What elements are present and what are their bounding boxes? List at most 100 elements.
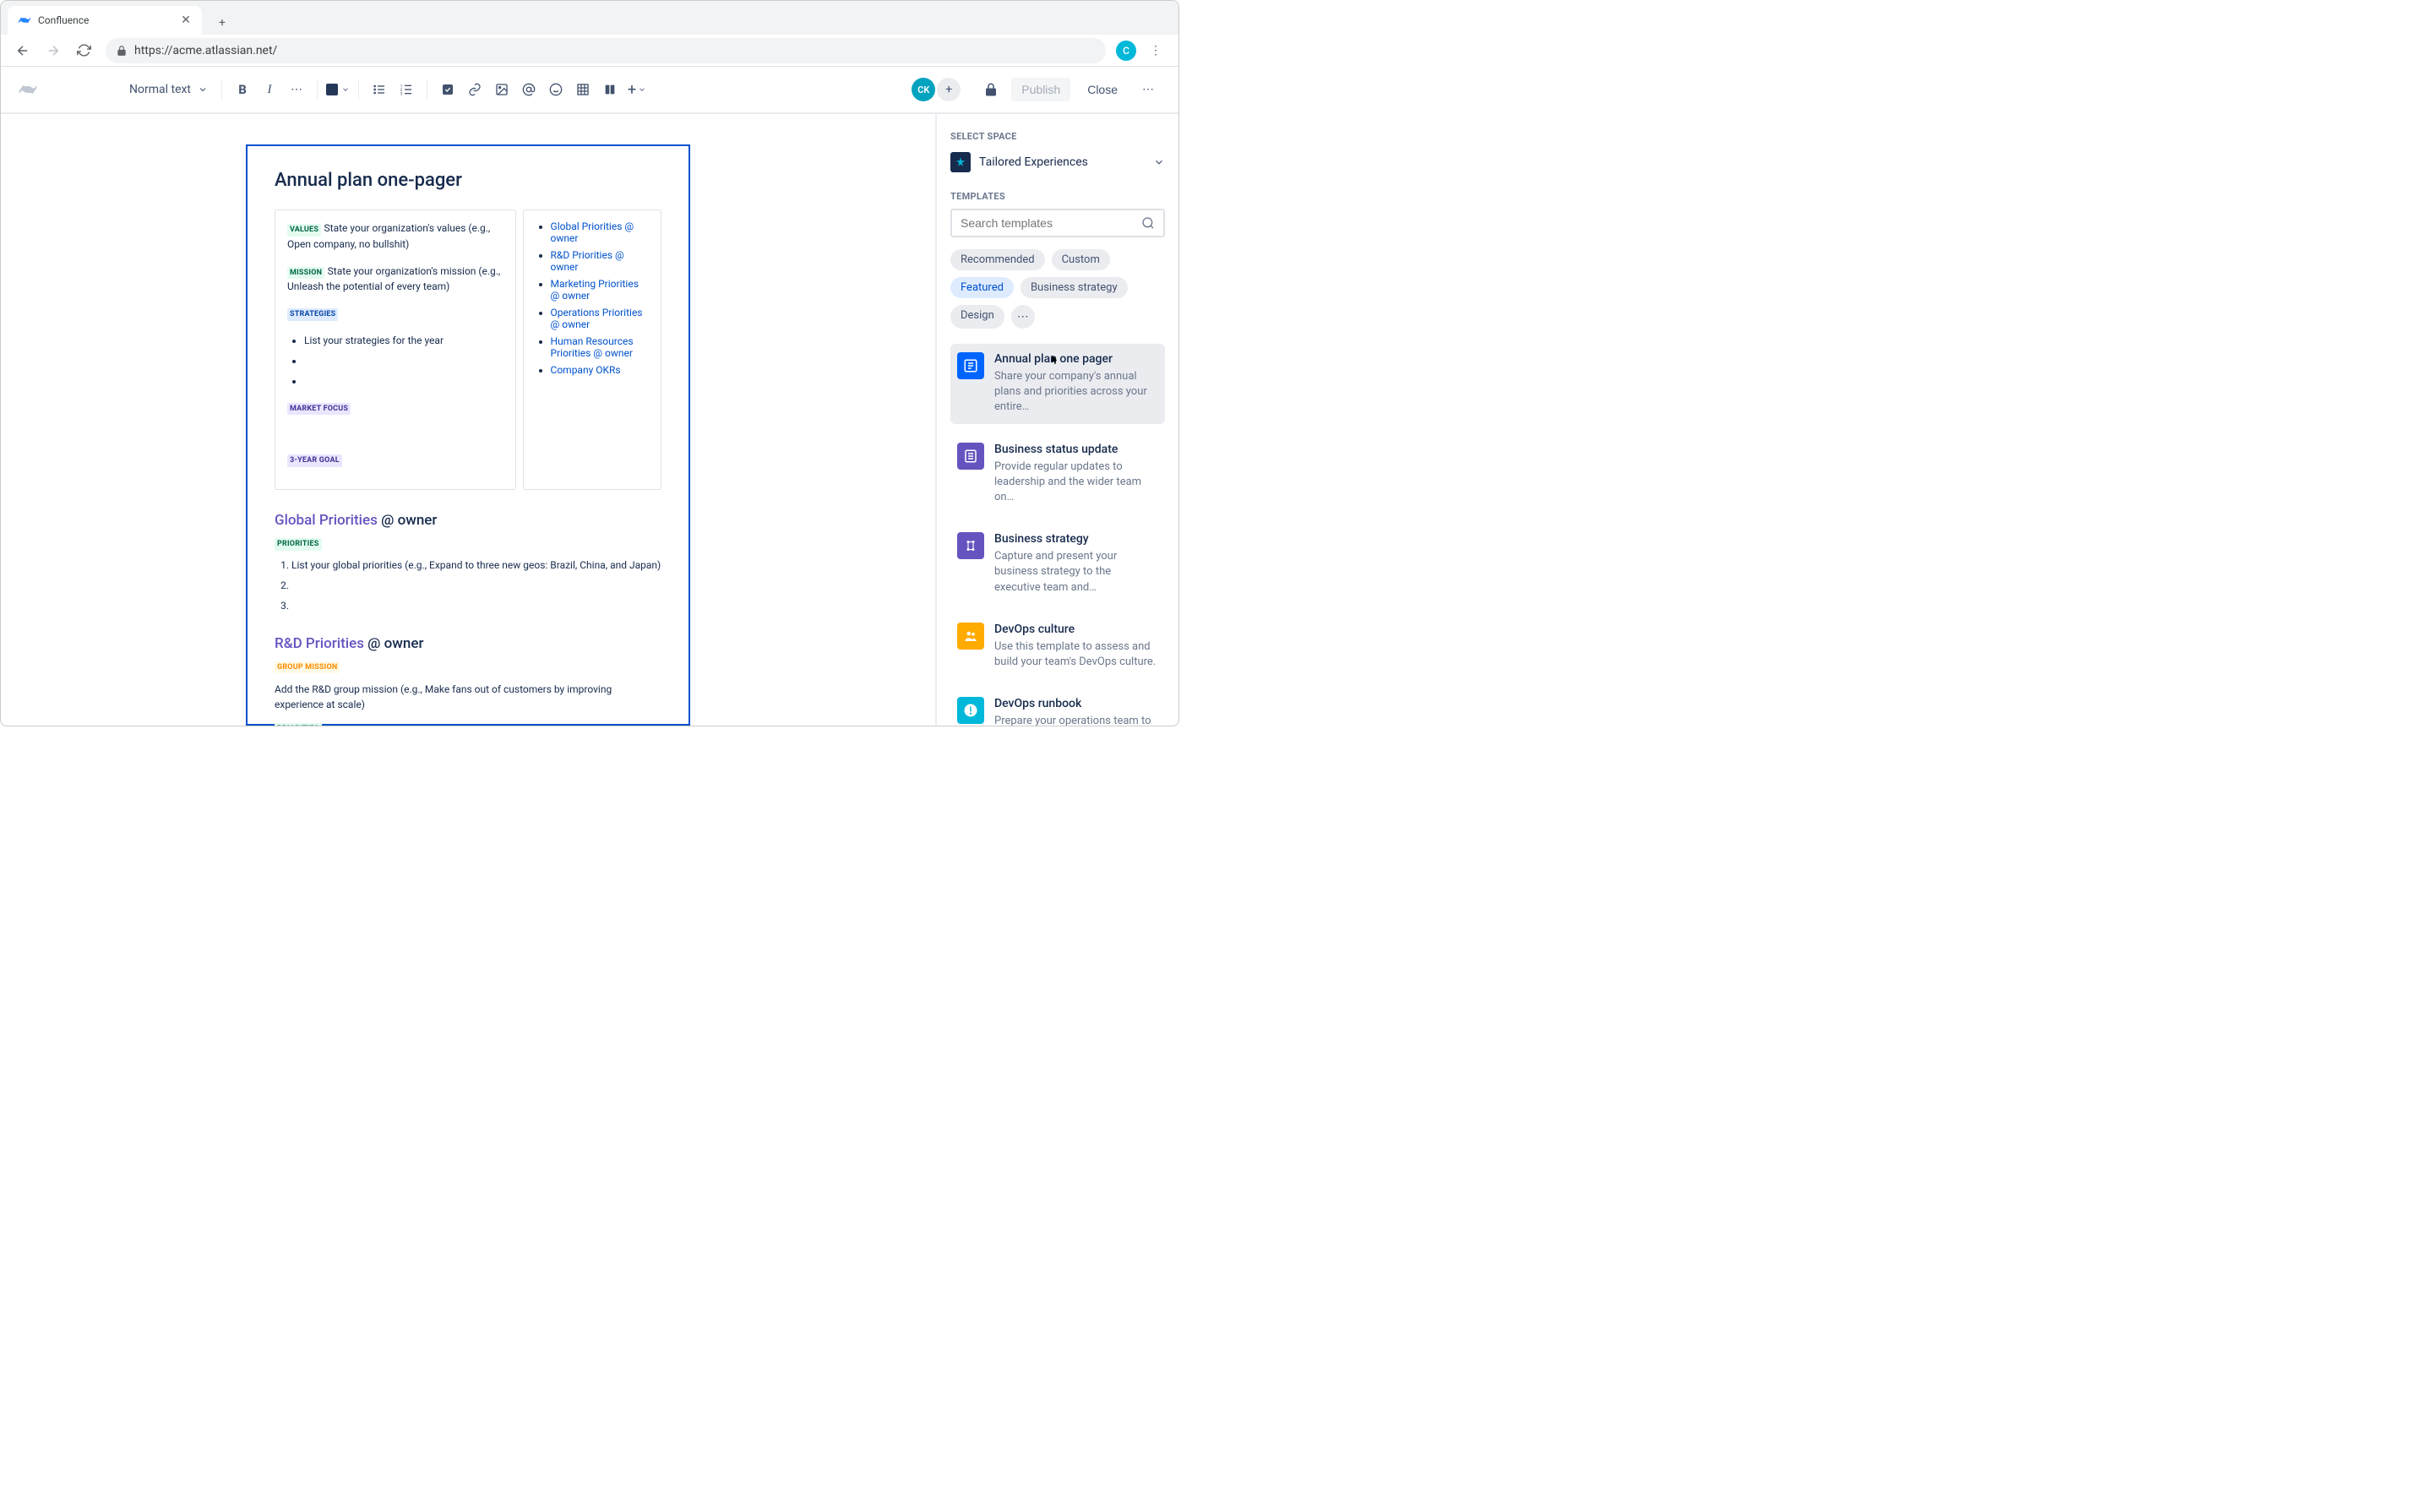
template-card-devops-runbook[interactable]: DevOps runbook Prepare your operations t… (950, 688, 1165, 726)
values-tag: VALUES (287, 224, 321, 237)
italic-button[interactable]: I (256, 76, 283, 103)
publish-button[interactable]: Publish (1011, 78, 1070, 101)
search-icon (1141, 216, 1155, 230)
toc-list: Global Priorities @ owner R&D Priorities… (536, 220, 649, 376)
pill-custom[interactable]: Custom (1052, 249, 1110, 270)
section-heading-global[interactable]: Global Priorities @ owner (275, 512, 661, 529)
template-card-business-status[interactable]: Business status update Provide regular u… (950, 434, 1165, 514)
add-collaborator-button[interactable]: + (937, 78, 961, 101)
toc-link[interactable]: Operations Priorities @ owner (551, 307, 643, 330)
section-link[interactable]: Global Priorities (275, 512, 378, 529)
template-card-business-strategy[interactable]: Business strategy Capture and present yo… (950, 524, 1165, 604)
pill-featured[interactable]: Featured (950, 277, 1014, 298)
mission-tag: MISSION (287, 267, 324, 280)
url-text: https://acme.atlassian.net/ (134, 44, 277, 57)
template-icon (957, 532, 984, 559)
editor-toolbar: Normal text B I ⋯ 123 + CK + Publish Clo… (1, 67, 1178, 114)
numbered-list-button[interactable]: 123 (393, 76, 420, 103)
template-card-annual-plan[interactable]: Annual plan one pager Share your company… (950, 344, 1165, 424)
chevron-down-icon (1153, 156, 1165, 168)
browser-tab[interactable]: Confluence ✕ (8, 6, 202, 35)
confluence-logo-icon[interactable] (18, 79, 38, 100)
right-column[interactable]: Global Priorities @ owner R&D Priorities… (523, 209, 661, 490)
text-color-button[interactable] (324, 76, 351, 103)
template-desc: Share your company's annual plans and pr… (994, 369, 1158, 416)
link-button[interactable] (461, 76, 488, 103)
group-mission-tag: GROUP MISSION (275, 661, 340, 674)
more-actions-button[interactable]: ⋯ (1135, 76, 1162, 103)
pills-more-button[interactable]: ⋯ (1011, 305, 1035, 329)
text-style-dropdown[interactable]: Normal text (122, 78, 215, 101)
template-icon (957, 443, 984, 470)
table-button[interactable] (569, 76, 596, 103)
select-space-label: SELECT SPACE (950, 131, 1165, 142)
template-icon (957, 352, 984, 379)
pill-recommended[interactable]: Recommended (950, 249, 1045, 270)
more-formatting-button[interactable]: ⋯ (283, 76, 310, 103)
list-item (291, 578, 661, 593)
pill-design[interactable]: Design (950, 305, 1004, 329)
list-item (304, 373, 503, 389)
toc-link[interactable]: Company OKRs (551, 364, 621, 376)
confluence-favicon-icon (18, 14, 31, 27)
priorities-tag: PRIORITIES (275, 723, 322, 726)
text-style-label: Normal text (129, 83, 191, 96)
global-priorities-list[interactable]: List your global priorities (e.g., Expan… (275, 557, 661, 613)
list-item: List your strategies for the year (304, 333, 503, 348)
user-avatar[interactable]: CK (912, 78, 935, 101)
template-card-devops-culture[interactable]: DevOps culture Use this template to asse… (950, 614, 1165, 678)
chevron-down-icon (198, 84, 208, 95)
reload-button[interactable] (72, 39, 95, 63)
new-tab-button[interactable]: + (210, 11, 234, 35)
search-input[interactable] (961, 216, 1141, 230)
space-selector[interactable]: Tailored Experiences (950, 149, 1165, 176)
bullet-list-button[interactable] (366, 76, 393, 103)
browser-profile-avatar[interactable]: C (1116, 41, 1136, 61)
page-title[interactable]: Annual plan one-pager (275, 170, 661, 191)
svg-text:3: 3 (400, 92, 403, 96)
template-desc: Prepare your operations team to quickly … (994, 714, 1158, 726)
list-item: Company OKRs (551, 364, 649, 376)
browser-menu-button[interactable]: ⋮ (1143, 41, 1168, 61)
template-title: DevOps runbook (994, 697, 1158, 710)
three-year-goal-tag: 3-YEAR GOAL (287, 454, 342, 467)
close-button[interactable]: Close (1077, 78, 1128, 101)
tab-title: Confluence (38, 14, 173, 26)
mention-button[interactable] (515, 76, 542, 103)
list-item: Operations Priorities @ owner (551, 307, 649, 330)
emoji-button[interactable] (542, 76, 569, 103)
close-tab-icon[interactable]: ✕ (180, 14, 192, 26)
insert-button[interactable]: + (623, 76, 650, 103)
toc-link[interactable]: R&D Priorities @ owner (551, 249, 624, 273)
bold-button[interactable]: B (229, 76, 256, 103)
url-bar[interactable]: https://acme.atlassian.net/ (106, 38, 1106, 63)
back-button[interactable] (11, 39, 35, 63)
rnd-mission-text: Add the R&D group mission (e.g., Make fa… (275, 682, 661, 712)
editor-canvas[interactable]: Annual plan one-pager VALUES State your … (1, 114, 935, 726)
list-item: Human Resources Priorities @ owner (551, 335, 649, 359)
section-link[interactable]: R&D Priorities (275, 635, 364, 652)
template-title: Business strategy (994, 532, 1158, 546)
priorities-tag: PRIORITIES (275, 538, 322, 551)
image-button[interactable] (488, 76, 515, 103)
list-item (291, 598, 661, 613)
space-icon (950, 152, 971, 172)
toc-link[interactable]: Global Priorities @ owner (551, 220, 634, 244)
restrictions-button[interactable] (977, 76, 1004, 103)
section-heading-rnd[interactable]: R&D Priorities @ owner (275, 635, 661, 652)
address-bar: https://acme.atlassian.net/ C ⋮ (1, 35, 1178, 67)
forward-button[interactable] (41, 39, 65, 63)
left-column[interactable]: VALUES State your organization's values … (275, 209, 516, 490)
chevron-down-icon (638, 85, 646, 94)
action-item-button[interactable] (434, 76, 461, 103)
pill-business-strategy[interactable]: Business strategy (1021, 277, 1128, 298)
toc-link[interactable]: Marketing Priorities @ owner (551, 278, 639, 302)
tab-bar: Confluence ✕ + (1, 1, 1178, 35)
layouts-button[interactable] (596, 76, 623, 103)
toc-link[interactable]: Human Resources Priorities @ owner (551, 335, 634, 359)
market-focus-tag: MARKET FOCUS (287, 403, 351, 416)
search-templates-input[interactable] (950, 209, 1165, 237)
list-item: R&D Priorities @ owner (551, 249, 649, 273)
strategies-list[interactable]: List your strategies for the year (287, 333, 503, 389)
template-title: Annual plan one pager (994, 352, 1158, 366)
